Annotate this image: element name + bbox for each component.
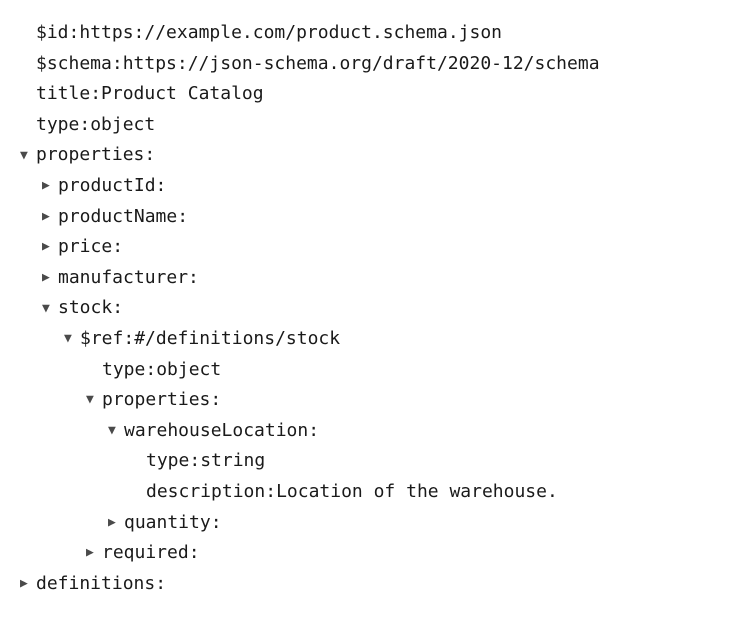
key-separator: : [112,293,123,324]
tree-value: string [200,446,265,477]
key-separator: : [145,355,156,386]
tree-row: ▶definitions: [20,569,712,600]
key-separator: : [69,18,80,49]
tree-value: https://json-schema.org/draft/2020-12/sc… [123,49,600,80]
tree-key: type [36,110,79,141]
tree-key: $schema [36,49,112,80]
expand-toggle-icon[interactable]: ▼ [20,145,36,167]
tree-key: warehouseLocation [124,416,308,447]
collapse-toggle-icon[interactable]: ▶ [108,512,124,534]
tree-key: $id [36,18,69,49]
key-separator: : [189,446,200,477]
tree-value: #/definitions/stock [134,324,340,355]
tree-key: quantity [124,508,211,539]
tree-key: title [36,79,90,110]
tree-row: ▶price: [20,232,712,263]
tree-key: price [58,232,112,263]
tree-value: object [156,355,221,386]
tree-key: description [146,477,265,508]
key-separator: : [79,110,90,141]
tree-key: properties [102,385,210,416]
tree-value: Location of the warehouse. [276,477,558,508]
key-separator: : [265,477,276,508]
tree-row: $schema: https://json-schema.org/draft/2… [20,49,712,80]
collapse-toggle-icon[interactable]: ▶ [42,175,58,197]
key-separator: : [112,232,123,263]
tree-value: object [90,110,155,141]
tree-key: required [102,538,189,569]
tree-key: definitions [36,569,155,600]
tree-row: type: string [20,446,712,477]
tree-row: title: Product Catalog [20,79,712,110]
key-separator: : [308,416,319,447]
key-separator: : [211,508,222,539]
expand-toggle-icon[interactable]: ▼ [86,389,102,411]
key-separator: : [156,171,167,202]
tree-row: ▼stock: [20,293,712,324]
tree-row: ▼warehouseLocation: [20,416,712,447]
tree-key: manufacturer [58,263,188,294]
tree-row: ▶required: [20,538,712,569]
tree-key: type [146,446,189,477]
key-separator: : [189,538,200,569]
tree-row: ▼properties: [20,140,712,171]
key-separator: : [177,202,188,233]
expand-toggle-icon[interactable]: ▼ [64,328,80,350]
key-separator: : [188,263,199,294]
key-separator: : [123,324,134,355]
tree-row: ▶manufacturer: [20,263,712,294]
tree-row: type: object [20,355,712,386]
expand-toggle-icon[interactable]: ▼ [108,420,124,442]
tree-row: description: Location of the warehouse. [20,477,712,508]
tree-value: Product Catalog [101,79,264,110]
collapse-toggle-icon[interactable]: ▶ [42,236,58,258]
tree-row: type: object [20,110,712,141]
key-separator: : [155,569,166,600]
tree-value: https://example.com/product.schema.json [79,18,502,49]
collapse-toggle-icon[interactable]: ▶ [86,542,102,564]
collapse-toggle-icon[interactable]: ▶ [42,206,58,228]
tree-row: ▶quantity: [20,508,712,539]
tree-key: stock [58,293,112,324]
yaml-tree-viewer: $id: https://example.com/product.schema.… [20,18,712,599]
tree-key: type [102,355,145,386]
tree-key: $ref [80,324,123,355]
tree-row: ▶productName: [20,202,712,233]
tree-row: $id: https://example.com/product.schema.… [20,18,712,49]
tree-row: ▶productId: [20,171,712,202]
collapse-toggle-icon[interactable]: ▶ [42,267,58,289]
tree-key: properties [36,140,144,171]
expand-toggle-icon[interactable]: ▼ [42,298,58,320]
tree-row: ▼$ref: #/definitions/stock [20,324,712,355]
key-separator: : [90,79,101,110]
tree-row: ▼properties: [20,385,712,416]
collapse-toggle-icon[interactable]: ▶ [20,573,36,595]
key-separator: : [210,385,221,416]
tree-key: productId [58,171,156,202]
tree-key: productName [58,202,177,233]
key-separator: : [144,140,155,171]
key-separator: : [112,49,123,80]
